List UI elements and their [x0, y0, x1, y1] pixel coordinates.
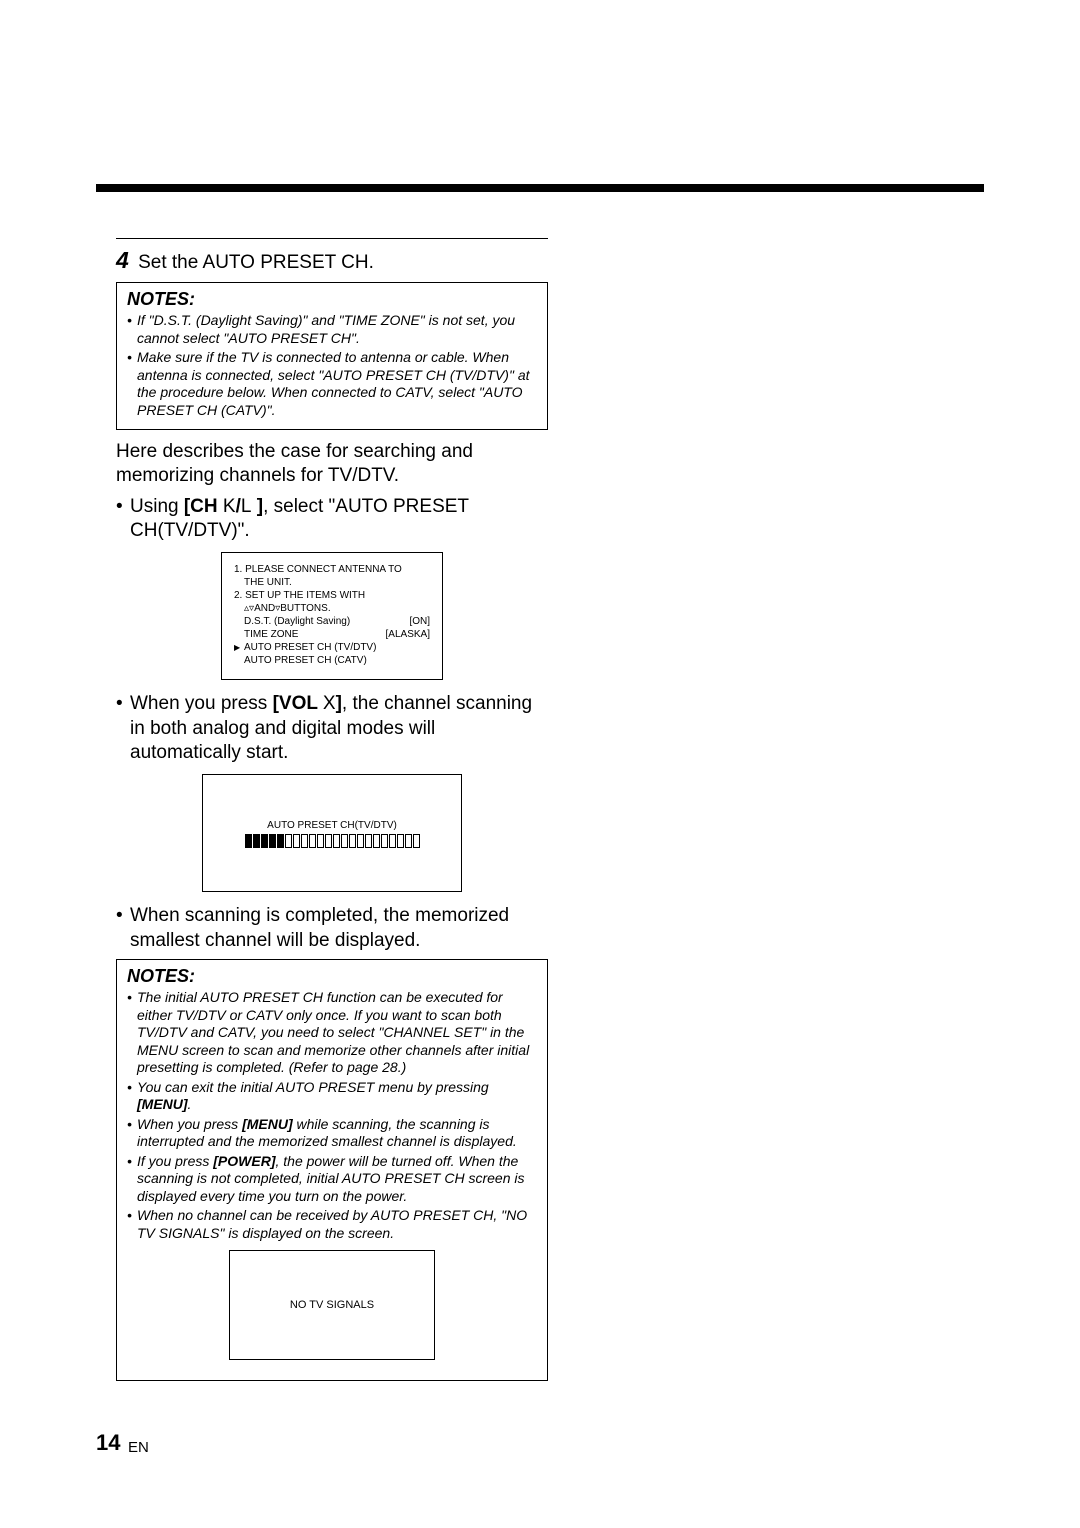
- osd1-tz-row: TIME ZONE [ALASKA]: [234, 628, 430, 641]
- osd-screen-no-signal: NO TV SIGNALS: [229, 1250, 435, 1360]
- osd1-line3: 2. SET UP THE ITEMS WITH: [234, 589, 430, 602]
- progress-segment: [349, 834, 356, 848]
- step-divider: [116, 238, 548, 239]
- manual-page: 4 Set the AUTO PRESET CH. NOTES: If "D.S…: [0, 0, 1080, 1528]
- osd1-line4: ANDBUTTONS.: [234, 602, 430, 615]
- progress-segment: [357, 834, 364, 848]
- instruction-press-vol: When you press [VOL X], the channel scan…: [116, 692, 548, 766]
- progress-segment: [325, 834, 332, 848]
- step-4-heading: 4 Set the AUTO PRESET CH.: [116, 247, 548, 274]
- progress-segment: [261, 834, 268, 848]
- osd1-line2: THE UNIT.: [234, 576, 430, 589]
- progress-segment: [253, 834, 260, 848]
- header-rule: [96, 184, 984, 192]
- progress-segment: [245, 834, 252, 848]
- content-column: 4 Set the AUTO PRESET CH. NOTES: If "D.S…: [116, 238, 548, 1391]
- progress-segment: [293, 834, 300, 848]
- progress-segment: [405, 834, 412, 848]
- instruction-select-auto-preset: Using [CH K/L ], select "AUTO PRESET CH(…: [116, 495, 548, 544]
- osd-screen-setup: 1. PLEASE CONNECT ANTENNA TO THE UNIT. 2…: [221, 552, 443, 680]
- step-number: 4: [116, 247, 129, 273]
- notes-list-2: The initial AUTO PRESET CH function can …: [127, 989, 537, 1242]
- osd1-autopreset-catv: AUTO PRESET CH (CATV): [234, 654, 430, 667]
- osd2-title: AUTO PRESET CH(TV/DTV): [267, 819, 397, 832]
- osd1-autopreset-tvdtv: AUTO PRESET CH (TV/DTV): [234, 641, 430, 654]
- osd3-text: NO TV SIGNALS: [290, 1298, 374, 1312]
- progress-segment: [285, 834, 292, 848]
- notes2-item-0: The initial AUTO PRESET CH function can …: [127, 989, 537, 1077]
- osd-screen-scanning: AUTO PRESET CH(TV/DTV): [202, 774, 462, 892]
- progress-segment: [341, 834, 348, 848]
- progress-segment: [269, 834, 276, 848]
- progress-segment: [277, 834, 284, 848]
- progress-segment: [373, 834, 380, 848]
- notes2-item-2: When you press [MENU] while scanning, th…: [127, 1116, 537, 1151]
- notes2-item-4: When no channel can be received by AUTO …: [127, 1207, 537, 1242]
- notes-title-2: NOTES:: [127, 966, 537, 987]
- notes2-item-1: You can exit the initial AUTO PRESET men…: [127, 1079, 537, 1114]
- notes-list-1: If "D.S.T. (Daylight Saving)" and "TIME …: [127, 312, 537, 419]
- notes1-item-1: Make sure if the TV is connected to ante…: [127, 349, 537, 419]
- page-number: 14: [96, 1430, 120, 1456]
- progress-segment: [381, 834, 388, 848]
- progress-segment: [397, 834, 404, 848]
- scan-progress-bar: [245, 834, 420, 848]
- step-text: Set the AUTO PRESET CH.: [138, 252, 374, 273]
- notes1-item-0: If "D.S.T. (Daylight Saving)" and "TIME …: [127, 312, 537, 347]
- progress-segment: [365, 834, 372, 848]
- notes2-item-3: If you press [POWER], the power will be …: [127, 1153, 537, 1206]
- progress-segment: [389, 834, 396, 848]
- notes-box-1: NOTES: If "D.S.T. (Daylight Saving)" and…: [116, 282, 548, 430]
- intro-paragraph: Here describes the case for searching an…: [116, 440, 548, 489]
- progress-segment: [413, 834, 420, 848]
- instruction-list-1: Using [CH K/L ], select "AUTO PRESET CH(…: [116, 495, 548, 544]
- notes-title: NOTES:: [127, 289, 537, 310]
- instruction-list-3: When scanning is completed, the memorize…: [116, 904, 548, 953]
- notes-box-2: NOTES: The initial AUTO PRESET CH functi…: [116, 959, 548, 1381]
- instruction-scan-complete: When scanning is completed, the memorize…: [116, 904, 548, 953]
- osd1-dst-row: D.S.T. (Daylight Saving) [ON]: [234, 615, 430, 628]
- instruction-list-2: When you press [VOL X], the channel scan…: [116, 692, 548, 766]
- osd1-line1: 1. PLEASE CONNECT ANTENNA TO: [234, 563, 430, 576]
- progress-segment: [309, 834, 316, 848]
- progress-segment: [333, 834, 340, 848]
- progress-segment: [301, 834, 308, 848]
- page-language: EN: [128, 1439, 149, 1456]
- progress-segment: [317, 834, 324, 848]
